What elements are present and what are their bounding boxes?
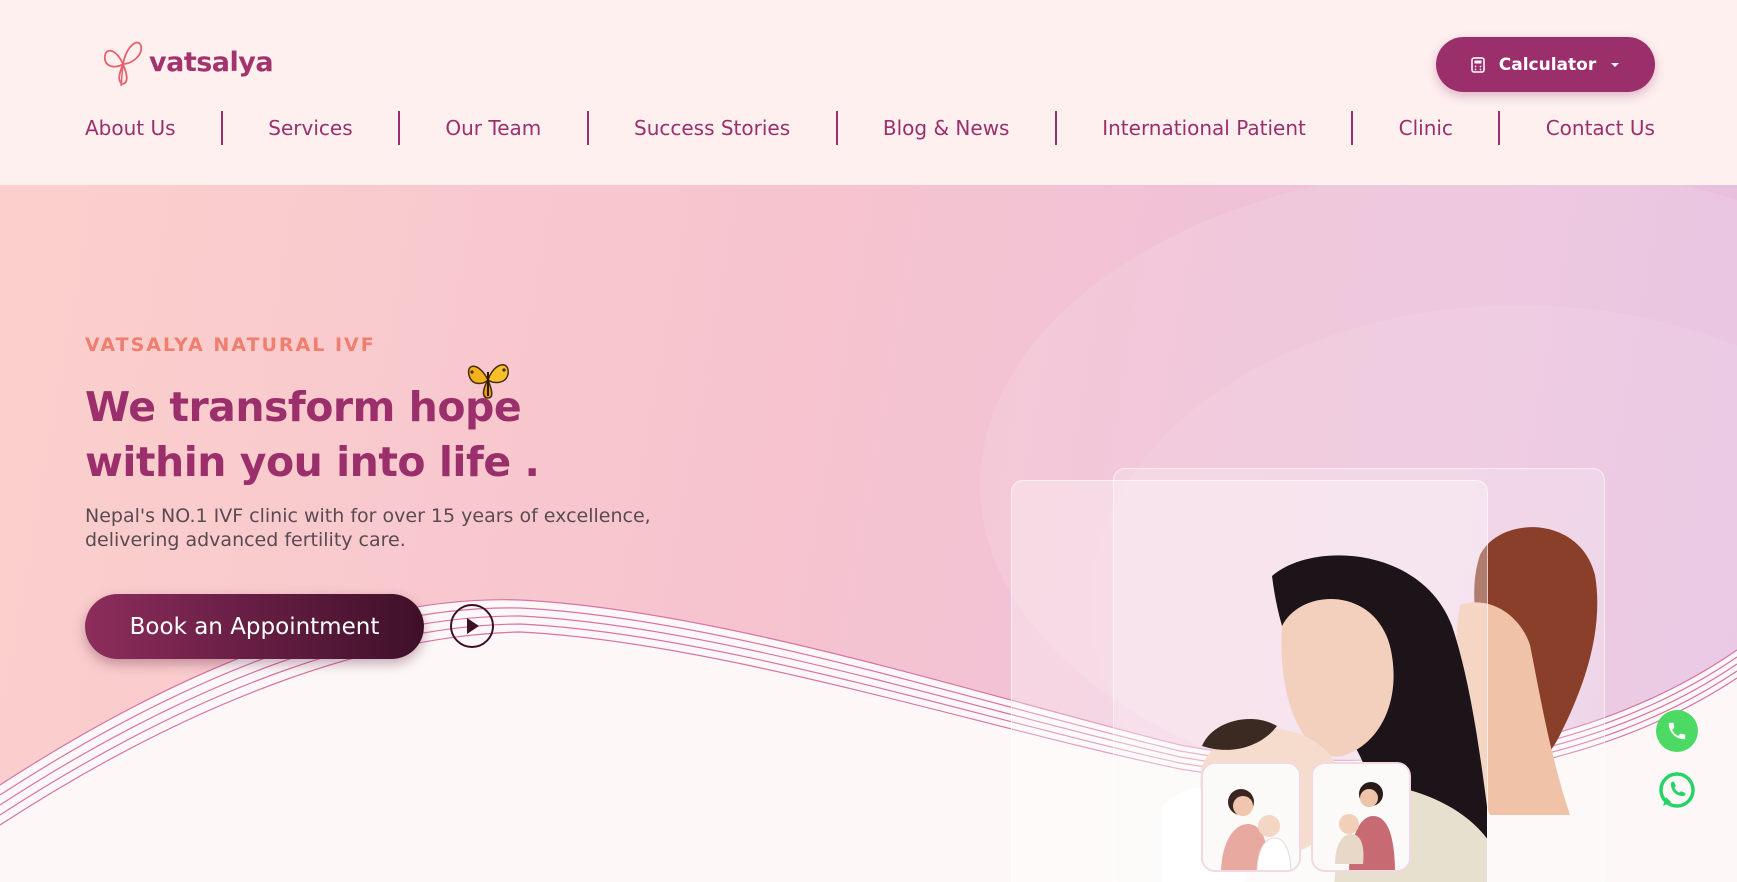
hero-eyebrow: VATSALYA NATURAL IVF — [85, 334, 376, 356]
butterfly-logo-icon — [103, 41, 143, 87]
headline-line-1: We transform hope — [85, 383, 522, 431]
nav-item-about-us[interactable]: About Us — [85, 116, 176, 140]
thumbnail-image-2[interactable] — [1311, 762, 1411, 872]
chevron-down-icon — [1611, 62, 1620, 67]
nav-divider — [1054, 111, 1057, 145]
nav-divider — [398, 111, 401, 145]
book-appointment-button[interactable]: Book an Appointment — [85, 594, 424, 659]
site-header: vatsalya Calculator About Us Services Ou… — [0, 0, 1737, 185]
play-video-button[interactable] — [450, 604, 494, 648]
butterfly-icon — [467, 364, 509, 399]
brand-logo[interactable]: vatsalya — [99, 36, 274, 88]
calculator-icon — [1471, 56, 1485, 73]
nav-item-success-stories[interactable]: Success Stories — [634, 116, 790, 140]
nav-item-contact-us[interactable]: Contact Us — [1546, 116, 1655, 140]
calculator-label: Calculator — [1498, 54, 1597, 75]
nav-item-clinic[interactable]: Clinic — [1399, 116, 1453, 140]
phone-icon — [1668, 722, 1686, 740]
whatsapp-icon — [1659, 772, 1695, 808]
hero-section: VATSALYA NATURAL IVF We transform hope w… — [0, 185, 1737, 882]
call-button[interactable] — [1656, 710, 1698, 752]
book-appointment-label: Book an Appointment — [129, 613, 380, 640]
headline-line-2: within you into life . — [85, 438, 540, 486]
nav-divider — [835, 111, 838, 145]
play-icon — [467, 618, 479, 634]
nav-item-international-patient[interactable]: International Patient — [1102, 116, 1306, 140]
nav-item-services[interactable]: Services — [268, 116, 352, 140]
nav-divider — [1498, 111, 1501, 145]
calculator-button[interactable]: Calculator — [1436, 37, 1655, 92]
main-nav: About Us Services Our Team Success Stori… — [85, 110, 1655, 146]
hero-subtext: Nepal's NO.1 IVF clinic with for over 15… — [85, 505, 651, 551]
brand-name: vatsalya — [149, 46, 274, 78]
mother-baby-thumbnail-1 — [1203, 764, 1299, 870]
nav-divider — [1351, 111, 1354, 145]
mother-baby-thumbnail-2 — [1313, 764, 1409, 870]
nav-divider — [220, 111, 223, 145]
nav-divider — [586, 111, 589, 145]
hero-headline: We transform hope within you into life . — [85, 380, 645, 490]
nav-item-our-team[interactable]: Our Team — [445, 116, 541, 140]
whatsapp-button[interactable] — [1656, 769, 1698, 811]
thumbnail-image-1[interactable] — [1201, 762, 1301, 872]
nav-item-blog-news[interactable]: Blog & News — [883, 116, 1010, 140]
